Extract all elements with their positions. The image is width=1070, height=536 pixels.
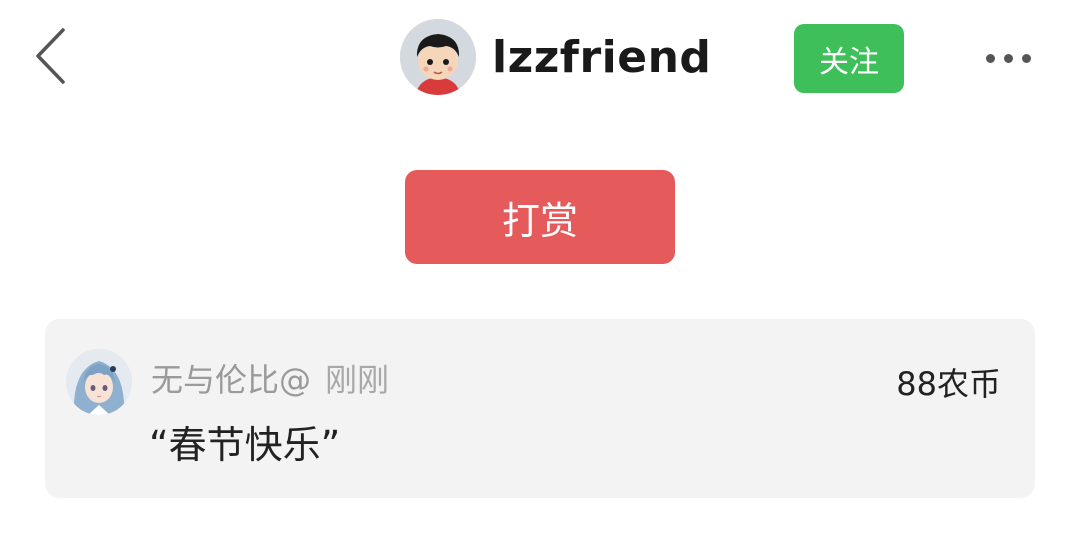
tip-page: lzzfriend 关注 打赏 无与伦比@ 刚刚 88农币 “春节快乐” [0, 0, 1070, 536]
tipper-avatar[interactable] [66, 349, 132, 415]
tip-record-card: 无与伦比@ 刚刚 88农币 “春节快乐” [45, 319, 1035, 498]
more-horizontal-icon [985, 53, 995, 63]
cartoon-boy-avatar-icon [400, 19, 476, 95]
tipper-name[interactable]: 无与伦比@ [151, 361, 311, 399]
chevron-left-icon [36, 28, 65, 84]
user-header[interactable]: lzzfriend [400, 18, 711, 96]
tip-record-header: 无与伦比@ 刚刚 [151, 355, 389, 401]
back-button[interactable] [22, 20, 78, 92]
tip-amount: 88农币 [896, 365, 1001, 403]
more-horizontal-icon-dot [1021, 53, 1031, 63]
tip-message: “春节快乐” [149, 423, 341, 467]
more-options-button[interactable] [976, 40, 1040, 76]
anime-girl-avatar-icon [66, 349, 132, 415]
tip-button[interactable]: 打赏 [405, 170, 675, 264]
more-horizontal-icon-dot [1003, 53, 1013, 63]
follow-button[interactable]: 关注 [794, 24, 904, 93]
tip-time: 刚刚 [325, 361, 390, 399]
username[interactable]: lzzfriend [492, 32, 711, 83]
user-avatar[interactable] [400, 19, 476, 95]
